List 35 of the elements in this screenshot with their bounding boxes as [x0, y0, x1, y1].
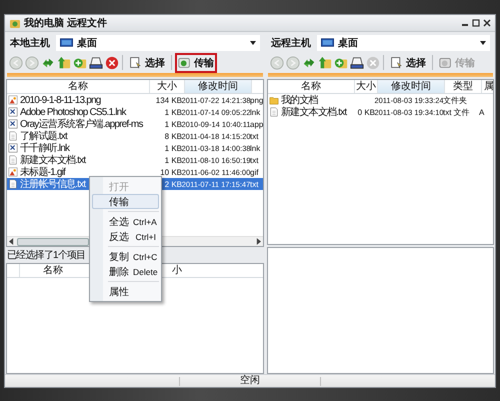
file-type: txt	[250, 132, 258, 140]
file-type: txt 文件	[443, 106, 470, 118]
file-size: 1 KB	[164, 120, 182, 128]
file-size: 8 KB	[164, 132, 182, 140]
file-type: txt	[250, 156, 258, 164]
host-label: 本地主机	[10, 36, 50, 50]
window-title: 我的电脑 远程文件	[24, 16, 107, 30]
file-type: gif	[250, 168, 258, 176]
file-name: 了解试题.txt	[20, 130, 67, 142]
file-size: 1 KB	[164, 108, 182, 116]
file-name: 新建文本文档.txt	[281, 106, 346, 119]
file-size: 10 KB	[160, 168, 182, 176]
selection-status: 已经选择了1个项目	[7, 248, 86, 262]
file-type: 文件夹	[443, 94, 467, 106]
file-name: 千千静听.lnk	[20, 142, 70, 154]
file-name: Adobe Photoshop CS5.1.lnk	[20, 106, 126, 118]
file-name: 我的文档	[281, 94, 318, 106]
host-label: 远程主机	[271, 36, 311, 50]
file-type: png	[250, 96, 263, 104]
file-name: 未标题-1.gif	[20, 166, 66, 178]
file-name: 2010-9-1-8-11-13.png	[20, 94, 101, 106]
file-type: lnk	[250, 108, 260, 116]
file-size: 1 KB	[164, 156, 182, 164]
file-name: 新建文本文档.txt	[20, 154, 86, 166]
file-type: app	[250, 120, 263, 128]
status-text: 空闲	[240, 375, 260, 387]
file-size: 0 KB	[358, 108, 375, 116]
file-type: txt	[250, 180, 258, 188]
file-name: 注册帐号信息.txt	[20, 178, 86, 191]
file-attribute: A	[479, 108, 484, 116]
file-name: Oray运营系统客户端.appref-ms	[20, 118, 143, 130]
file-type: lnk	[250, 144, 260, 152]
file-size: 2 KB	[164, 180, 182, 188]
file-size: 1 KB	[164, 144, 182, 152]
file-size: 134 KB	[156, 96, 182, 104]
